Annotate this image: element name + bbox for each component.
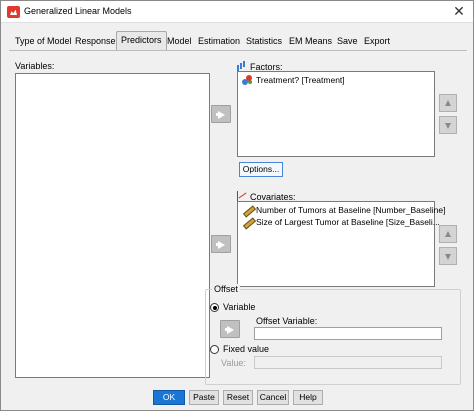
tab-estimation[interactable]: Estimation — [194, 33, 244, 51]
cancel-button[interactable]: Cancel — [257, 390, 289, 405]
tab-response[interactable]: Response — [71, 33, 120, 51]
factors-move-down-button[interactable] — [439, 116, 457, 134]
offset-variable-radio[interactable] — [210, 303, 219, 312]
offset-variable-radio-label: Variable — [223, 302, 256, 312]
paste-button[interactable]: Paste — [189, 390, 219, 405]
tab-em-means[interactable]: EM Means — [285, 33, 336, 51]
ok-button[interactable]: OK — [153, 390, 185, 405]
factors-move-up-button[interactable] — [439, 94, 457, 112]
predictors-panel: Variables: Factors: Treatment? [Treatmen… — [9, 50, 467, 385]
tab-statistics[interactable]: Statistics — [242, 33, 286, 51]
window-title: Generalized Linear Models — [24, 6, 132, 16]
covariate-item-label: Number of Tumors at Baseline [Number_Bas… — [256, 205, 446, 215]
move-to-covariates-button[interactable] — [211, 235, 231, 253]
factors-icon — [237, 61, 247, 71]
tab-type-of-model[interactable]: Type of Model — [11, 33, 76, 51]
help-button[interactable]: Help — [293, 390, 323, 405]
offset-group: Offset Variable Offset Variable: Fixed v… — [205, 284, 461, 385]
nominal-icon — [242, 75, 253, 85]
list-item[interactable]: Number of Tumors at Baseline [Number_Bas… — [242, 204, 445, 216]
offset-value-label: Value: — [221, 358, 246, 368]
offset-variable-field[interactable] — [254, 327, 442, 340]
variables-listbox[interactable] — [15, 73, 210, 378]
covariates-listbox[interactable]: Number of Tumors at Baseline [Number_Bas… — [237, 201, 445, 287]
offset-group-label: Offset — [212, 284, 240, 294]
offset-variable-label: Offset Variable: — [256, 316, 318, 326]
covariates-move-down-button[interactable] — [439, 247, 457, 265]
options-button[interactable]: Options... — [239, 162, 283, 177]
move-to-offset-button[interactable] — [220, 320, 240, 338]
tab-strip: Type of Model Response Predictors Model … — [11, 31, 467, 51]
tab-export[interactable]: Export — [360, 33, 394, 51]
reset-button[interactable]: Reset — [223, 390, 253, 405]
scale-icon — [242, 217, 253, 227]
close-icon[interactable]: ✕ — [451, 3, 467, 19]
covariate-item-label: Size of Largest Tumor at Baseline [Size_… — [256, 217, 440, 227]
list-item[interactable]: Treatment? [Treatment] — [242, 74, 345, 86]
offset-fixed-radio-label: Fixed value — [223, 344, 270, 354]
list-item[interactable]: Size of Largest Tumor at Baseline [Size_… — [242, 216, 440, 228]
offset-fixed-radio[interactable] — [210, 345, 219, 354]
factors-listbox[interactable]: Treatment? [Treatment] — [237, 71, 435, 157]
dialog-window: Generalized Linear Models ✕ Type of Mode… — [0, 0, 474, 411]
scale-icon — [242, 205, 253, 215]
title-bar: Generalized Linear Models ✕ — [1, 1, 473, 23]
spss-app-icon — [7, 6, 20, 18]
tab-predictors[interactable]: Predictors — [116, 31, 167, 51]
offset-value-field[interactable] — [254, 356, 442, 369]
tab-model[interactable]: Model — [163, 33, 196, 51]
covariates-icon — [237, 191, 247, 201]
factor-item-label: Treatment? [Treatment] — [256, 75, 345, 85]
covariates-move-up-button[interactable] — [439, 225, 457, 243]
tab-save[interactable]: Save — [333, 33, 362, 51]
move-to-factors-button[interactable] — [211, 105, 231, 123]
variables-label: Variables: — [15, 61, 55, 71]
